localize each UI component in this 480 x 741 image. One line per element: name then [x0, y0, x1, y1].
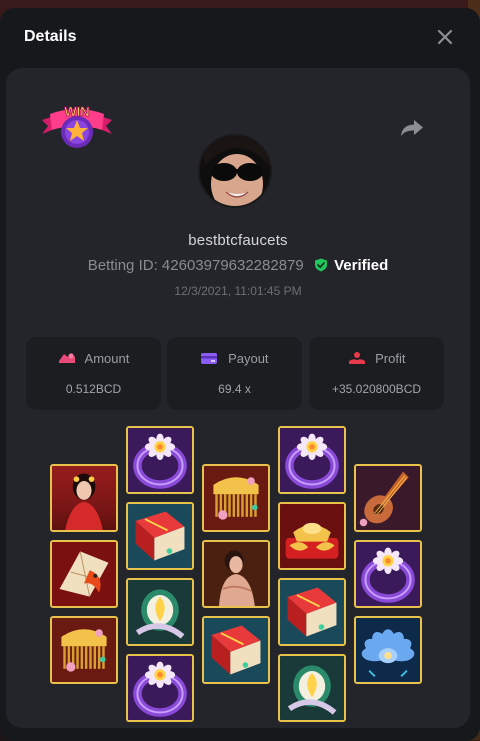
reel-3: [202, 464, 270, 692]
bet-timestamp: 12/3/2021, 11:01:45 PM: [174, 284, 302, 298]
profit-icon: [348, 352, 365, 364]
betting-id-row: Betting ID: 426039796322828­79 Verified: [6, 257, 470, 274]
amount-value: 0.512BCD: [65, 382, 122, 396]
details-dialog: Details WIN bestbtcfaucets Betting ID: 4…: [0, 8, 480, 741]
symbol-gold-ingot: [278, 502, 346, 570]
payout-icon: [201, 353, 218, 364]
amount-stat: Amount 0.512BCD: [26, 337, 161, 410]
profit-value: +35.020800BCD: [331, 382, 422, 396]
symbol-fan-koi: [50, 540, 118, 608]
symbol-book-red: [202, 616, 270, 684]
betting-id-label: Betting ID:: [87, 257, 158, 274]
symbol-ring-flower: [354, 540, 422, 608]
symbol-ring-flower: [278, 426, 346, 494]
dialog-header: Details: [0, 8, 480, 66]
symbol-mirror-jade: [126, 578, 194, 646]
symbol-lady-red: [50, 464, 118, 532]
win-badge: WIN: [40, 96, 114, 152]
symbol-pipa-instrument: [354, 464, 422, 532]
avatar: [198, 134, 272, 208]
payout-label: Payout: [228, 351, 269, 366]
payout-stat: Payout 69.4 x: [167, 337, 302, 410]
dialog-title: Details: [24, 28, 77, 45]
symbol-book-red: [126, 502, 194, 570]
reel-5: [354, 464, 422, 692]
reel-2: [126, 426, 194, 728]
symbol-lotus-blue: [354, 616, 422, 684]
profit-stat: Profit +35.020800BCD: [309, 337, 444, 410]
win-badge-text: WIN: [64, 104, 89, 119]
amount-icon: [58, 353, 75, 363]
profit-label: Profit: [375, 351, 406, 366]
betting-id-value: 426039796322828­79: [161, 257, 304, 274]
symbol-lady-bath: [202, 540, 270, 608]
symbol-comb-gold: [50, 616, 118, 684]
symbol-comb-gold: [202, 464, 270, 532]
amount-label: Amount: [84, 351, 130, 366]
reel-4: [278, 426, 346, 728]
reel-1: [50, 464, 118, 692]
symbol-mirror-jade: [278, 654, 346, 722]
close-icon[interactable]: [434, 26, 456, 48]
symbol-book-red: [278, 578, 346, 646]
username: bestbtcfaucets: [188, 232, 288, 249]
share-icon[interactable]: [400, 118, 424, 138]
payout-value: 69.4 x: [218, 382, 251, 396]
symbol-ring-flower: [126, 426, 194, 494]
bet-details-card: WIN bestbtcfaucets Betting ID: 426039796…: [6, 68, 470, 728]
verified-shield-icon: [314, 258, 327, 272]
verified-label: Verified: [334, 257, 389, 274]
symbol-ring-flower: [126, 654, 194, 722]
